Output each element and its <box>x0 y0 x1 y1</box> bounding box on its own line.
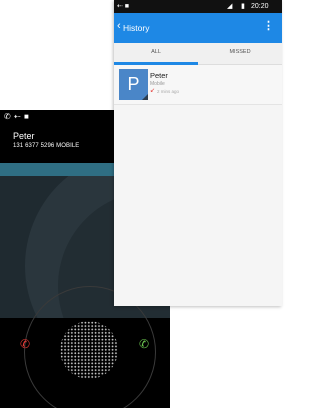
arrow-icon: ⇠ <box>14 112 21 121</box>
answer-handle[interactable] <box>60 321 118 379</box>
call-time: 2 mins ago <box>157 89 180 94</box>
battery-icon: ▮ <box>241 3 245 10</box>
tab-bar: ALL MISSED <box>114 43 282 65</box>
history-list: P Peter Mobile ↙ 2 mins ago <box>114 65 282 105</box>
history-row[interactable]: P Peter Mobile ↙ 2 mins ago <box>114 65 282 105</box>
app-bar: ‹ History ⋮ <box>114 13 282 43</box>
answer-call-icon[interactable]: ✆ <box>139 338 149 350</box>
phone-icon: ✆ <box>4 112 11 121</box>
back-chevron-icon[interactable]: ‹ <box>117 21 121 32</box>
avatar-initial: P <box>127 74 140 94</box>
contact-name: Peter <box>150 71 168 80</box>
caller-number: 131 6377 5296 MOBILE <box>13 143 80 149</box>
status-bar: ⇠ ■ ◢ ▮ 20:20 <box>114 0 282 13</box>
overflow-menu-icon[interactable]: ⋮ <box>263 21 274 32</box>
avatar: P <box>119 69 148 100</box>
page-title: History <box>123 23 150 33</box>
signal-icon: ◢ <box>227 3 233 10</box>
caller-name: Peter <box>13 131 35 141</box>
history-screen: ⇠ ■ ◢ ▮ 20:20 ‹ History ⋮ ALL MISSED P P… <box>114 0 282 306</box>
number-type: Mobile <box>150 81 165 87</box>
tab-all[interactable]: ALL <box>114 43 198 64</box>
avatar-corner <box>142 94 148 100</box>
tab-missed[interactable]: MISSED <box>198 43 282 64</box>
square-icon: ■ <box>24 112 29 121</box>
missed-call-icon: ↙ <box>150 88 156 94</box>
status-time: 20:20 <box>251 3 269 10</box>
arrow-icon: ⇠ ■ <box>117 3 130 10</box>
decline-call-icon[interactable]: ✆ <box>20 338 30 350</box>
